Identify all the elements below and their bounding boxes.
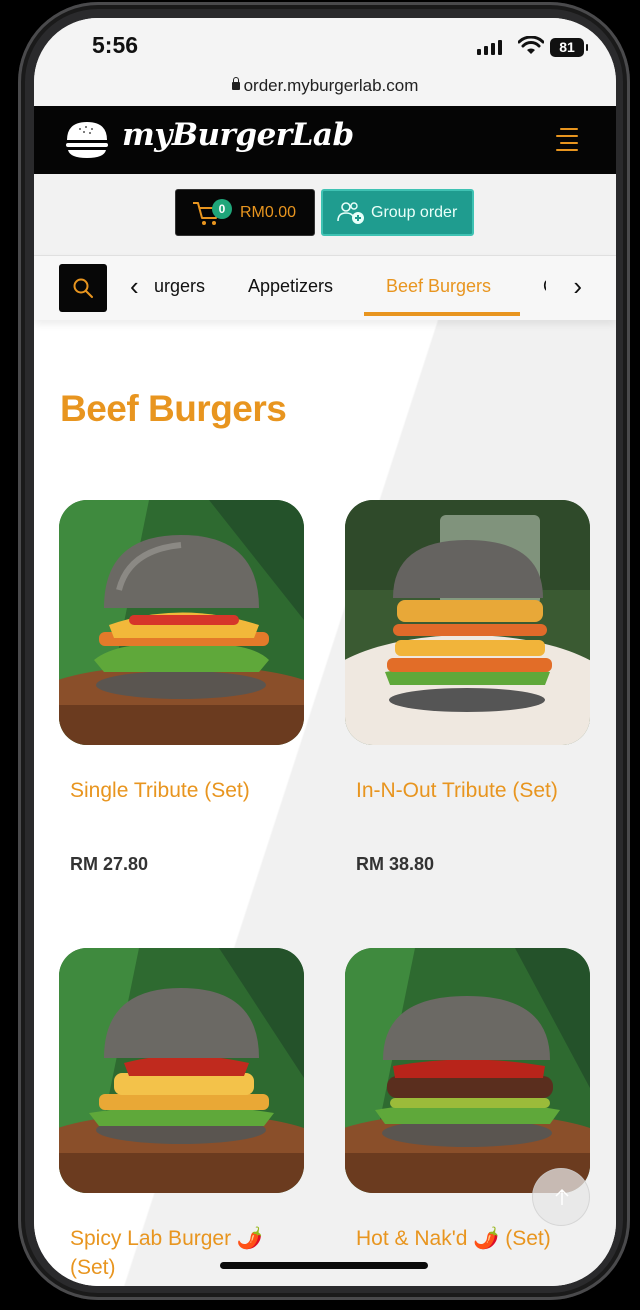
product-name[interactable]: Hot & Nak'd 🌶️ (Set) — [356, 1224, 576, 1253]
arrow-up-icon — [555, 1188, 569, 1205]
cart-total: RM0.00 — [240, 204, 297, 221]
tab-appetizers[interactable]: Appetizers — [248, 276, 333, 297]
product-name[interactable]: Spicy Lab Burger 🌶️ (Set) — [70, 1224, 290, 1282]
cart-count-badge: 0 — [212, 199, 232, 219]
tab-beef-burgers[interactable]: Beef Burgers — [386, 276, 491, 297]
battery-indicator: 81 — [550, 38, 588, 57]
section-title: Beef Burgers — [60, 388, 287, 429]
search-button[interactable] — [59, 264, 107, 312]
site-header: myBurgerLab — [34, 106, 616, 174]
category-tabs: urgers Appetizers Beef Burgers C — [152, 256, 546, 320]
active-tab-indicator — [364, 312, 520, 316]
status-bar: 5:56 81 order.myburgerlab.com — [34, 18, 616, 106]
url-text: order.myburgerlab.com — [243, 76, 419, 95]
product-image[interactable] — [345, 948, 590, 1193]
home-indicator — [220, 1262, 428, 1269]
product-image[interactable] — [59, 948, 304, 1193]
cart-button[interactable]: 0 RM0.00 — [175, 189, 315, 236]
product-price: RM 27.80 — [70, 854, 149, 874]
cellular-signal-icon — [477, 40, 502, 55]
tab-burgers[interactable]: urgers — [154, 276, 205, 297]
wifi-icon — [518, 36, 544, 54]
product-name[interactable]: Single Tribute (Set) — [70, 776, 290, 805]
burger-logo-icon[interactable] — [64, 120, 110, 160]
group-order-button[interactable]: Group order — [321, 189, 474, 236]
chevron-right-icon[interactable]: › — [573, 273, 582, 299]
lock-icon — [231, 77, 240, 90]
brand-logo-text[interactable]: myBurgerLab — [122, 117, 354, 153]
tab-next-category[interactable]: C — [543, 276, 546, 297]
product-name[interactable]: In-N-Out Tribute (Set) — [356, 776, 576, 805]
scroll-to-top-button[interactable] — [532, 1168, 590, 1226]
cart-toolbar: 0 RM0.00 Group order — [34, 174, 616, 256]
chevron-left-icon[interactable]: ‹ — [130, 273, 139, 299]
product-price: RM 38.80 — [356, 854, 435, 874]
menu-content: Beef Burgers Single Tribute (Set) RM 27.… — [34, 320, 616, 1286]
product-image[interactable] — [59, 500, 304, 745]
product-image[interactable] — [345, 500, 590, 745]
category-nav: ‹ urgers Appetizers Beef Burgers C › — [34, 256, 616, 320]
address-bar[interactable]: order.myburgerlab.com — [34, 76, 616, 96]
clock: 5:56 — [92, 32, 139, 58]
hamburger-menu-icon[interactable] — [554, 126, 580, 152]
search-icon — [73, 278, 93, 298]
group-order-label: Group order — [371, 204, 458, 221]
group-add-icon — [337, 202, 364, 224]
screen: 5:56 81 order.myburgerlab.com myBurgerLa… — [34, 18, 616, 1286]
